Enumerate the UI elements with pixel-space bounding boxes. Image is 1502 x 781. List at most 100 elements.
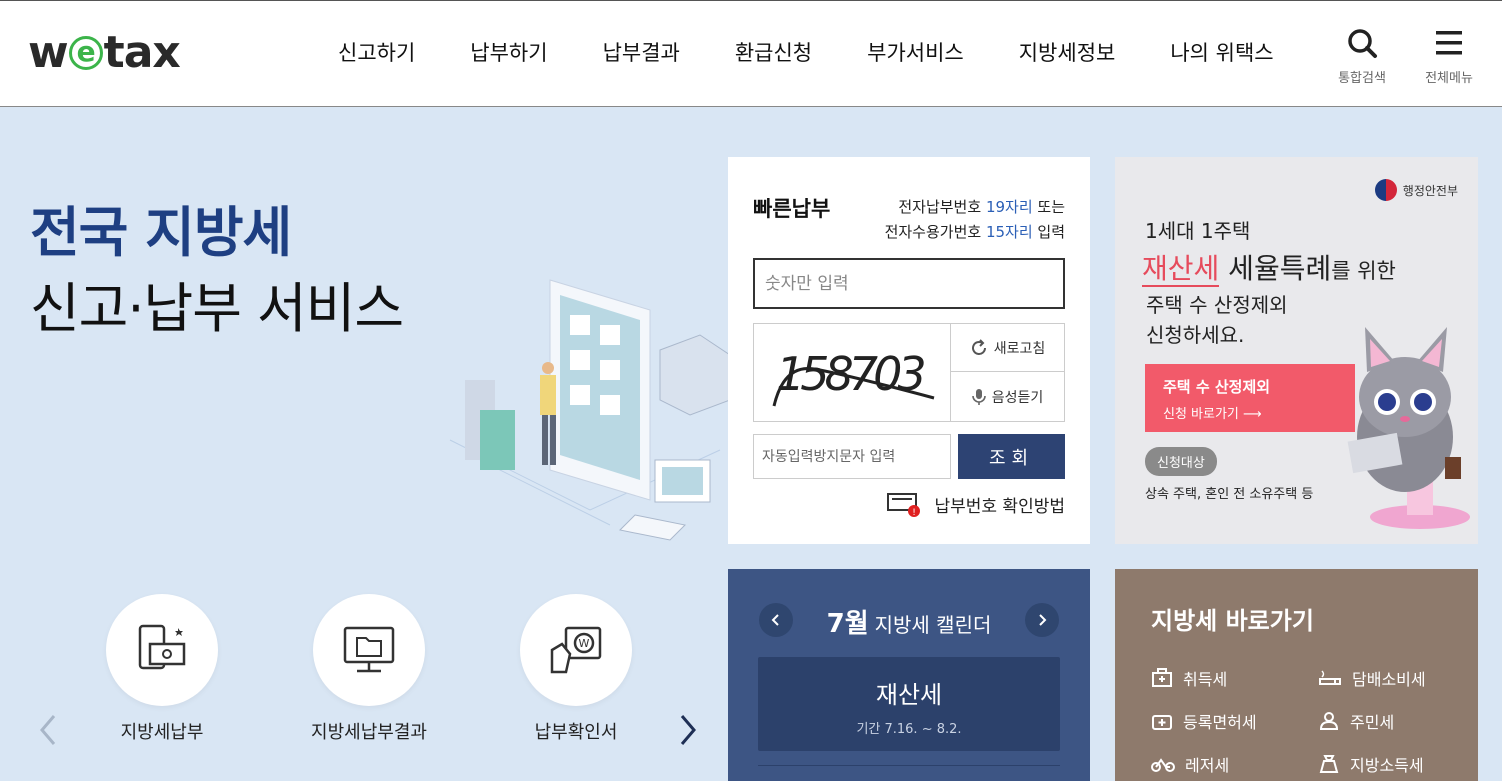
captcha-audio-button[interactable]: 음성듣기	[951, 373, 1064, 421]
lookup-button[interactable]: 조회	[958, 434, 1065, 479]
audio-label: 음성듣기	[991, 390, 1044, 406]
banner-cta-button[interactable]: 주택 수 산정제외 신청 바로가기 ⟶	[1145, 364, 1355, 432]
captcha-box: 158703 새로고침 음성듣기	[753, 323, 1065, 422]
nav-refund[interactable]: 환급신청	[735, 37, 812, 67]
nav-extra-service[interactable]: 부가서비스	[867, 37, 964, 67]
shortcut-label: 취득세	[1183, 670, 1228, 689]
microphone-icon	[971, 389, 986, 405]
briefcase-icon	[1152, 668, 1172, 687]
calendar-tax-period: 기간 7.16. ~ 8.2.	[856, 722, 962, 737]
cta-sub: 신청 바로가기 ⟶	[1163, 407, 1262, 422]
local-tax-shortcuts: 지방세 바로가기 취득세 담배소비세 등록면허세 주민세 레저세 지방소득세	[1115, 569, 1478, 781]
logo-w: w	[28, 27, 69, 78]
shortcut-label: 레저세	[1185, 756, 1230, 775]
arrow-right-icon: ⟶	[1243, 407, 1262, 422]
prev-arrow-icon[interactable]	[38, 712, 58, 748]
captcha-image: 158703	[754, 324, 951, 421]
search-icon	[1348, 29, 1377, 58]
shortcut-tobacco-tax[interactable]: 담배소비세	[1318, 666, 1426, 690]
banner-line2-a: 세율특례	[1219, 252, 1332, 285]
banner-tag: 신청대상	[1145, 447, 1217, 476]
banner-highlight: 재산세	[1142, 252, 1220, 287]
main-nav: 신고하기 납부하기 납부결과 환급신청 부가서비스 지방세정보 나의 위택스	[338, 37, 1329, 67]
logo-e: e	[68, 35, 103, 70]
service-circle	[106, 594, 218, 706]
shortcut-acquisition-tax[interactable]: 취득세	[1151, 666, 1227, 690]
shortcut-label: 담배소비세	[1352, 670, 1426, 689]
desc-l2-highlight: 15자리	[985, 223, 1033, 241]
promo-banner[interactable]: 행정안전부 1세대 1주택 재산세 세율특례를 위한 주택 수 산정제외 신청하…	[1115, 157, 1478, 544]
calendar-prev-button[interactable]	[759, 603, 793, 637]
payment-number-input[interactable]	[753, 258, 1065, 309]
tablet-illustration	[449, 279, 730, 541]
service-circle	[313, 594, 425, 706]
quick-pay-description: 전자납부번호 19자리 또는 전자수용가번호 15자리 입력	[885, 195, 1065, 245]
shortcut-label: 지방소득세	[1350, 756, 1424, 775]
captcha-refresh-button[interactable]: 새로고침	[951, 324, 1064, 372]
cat-mascot-illustration	[1347, 327, 1470, 529]
local-tax-calendar: 7월 지방세 캘린더 재산세 기간 7.16. ~ 8.2.	[728, 569, 1090, 781]
service-local-tax-payment-result[interactable]: 지방세납부결과	[279, 594, 459, 744]
service-circle: W	[520, 594, 632, 706]
mobile-payment-icon	[138, 624, 186, 670]
service-label: 지방세납부	[120, 722, 204, 743]
payment-number-help-label: 납부번호 확인방법	[934, 496, 1065, 517]
calendar-divider	[758, 765, 1060, 766]
shortcuts-title: 지방세 바로가기	[1151, 607, 1314, 635]
desc-l2-a: 전자수용가번호	[884, 223, 986, 241]
banner-line2-b: 를 위한	[1331, 259, 1396, 283]
shortcut-resident-tax[interactable]: 주민세	[1318, 709, 1394, 733]
service-local-tax-payment[interactable]: 지방세납부	[72, 594, 252, 744]
service-payment-certificate[interactable]: W 납부확인서	[486, 594, 666, 744]
next-arrow-icon[interactable]	[678, 712, 698, 748]
money-bag-icon	[1319, 755, 1339, 773]
shortcut-registration-license-tax[interactable]: 등록면허세	[1151, 709, 1257, 733]
nav-my-wetax[interactable]: 나의 위택스	[1170, 37, 1273, 67]
ministry-logo: 행정안전부	[1374, 179, 1458, 201]
nav-local-tax-info[interactable]: 지방세정보	[1019, 37, 1116, 67]
banner-line3: 주택 수 산정제외	[1146, 293, 1288, 317]
shortcut-label: 등록면허세	[1183, 713, 1257, 732]
hero-subtitle: 신고·납부 서비스	[30, 277, 404, 340]
banner-line4: 신청하세요.	[1146, 323, 1245, 347]
payment-number-help-link[interactable]: ! 납부번호 확인방법	[886, 490, 1065, 518]
plus-bag-icon	[1152, 715, 1172, 730]
chevron-right-icon	[1039, 614, 1047, 626]
calendar-title-text: 지방세 캘린더	[874, 613, 992, 637]
nav-pay[interactable]: 납부하기	[470, 37, 547, 67]
nav-report[interactable]: 신고하기	[338, 37, 415, 67]
svg-text:W: W	[579, 637, 590, 650]
wetax-logo[interactable]: w e tax	[28, 27, 181, 78]
bicycle-icon	[1151, 758, 1175, 772]
monitor-folder-icon	[343, 626, 395, 673]
ministry-name: 행정안전부	[1402, 183, 1458, 198]
cta-title: 주택 수 산정제외	[1163, 378, 1271, 396]
all-menu-button[interactable]: 전체메뉴	[1414, 27, 1484, 86]
shortcut-leisure-tax[interactable]: 레저세	[1151, 752, 1229, 776]
shortcut-local-income-tax[interactable]: 지방소득세	[1318, 752, 1424, 776]
calendar-month: 7월	[826, 609, 869, 639]
calendar-next-button[interactable]	[1025, 603, 1059, 637]
chevron-left-icon	[771, 614, 779, 626]
hero-title: 전국 지방세	[30, 201, 292, 264]
refresh-icon	[971, 338, 986, 355]
site-header: w e tax 신고하기 납부하기 납부결과 환급신청 부가서비스 지방세정보 나의…	[0, 0, 1502, 107]
banner-line2: 재산세 세율특례를 위한	[1142, 247, 1396, 287]
cigarette-icon	[1319, 670, 1341, 685]
service-label: 지방세납부결과	[311, 722, 427, 743]
hand-ticket-icon: W	[550, 626, 602, 674]
banner-sub: 상속 주택, 혼인 전 소유주택 등	[1145, 487, 1314, 502]
captcha-input[interactable]	[753, 434, 951, 479]
search-button[interactable]: 통합검색	[1327, 27, 1397, 86]
person-icon	[1319, 712, 1339, 730]
calendar-tax-name: 재산세	[875, 681, 943, 709]
payment-number-help-icon: !	[887, 493, 921, 518]
nav-pay-result[interactable]: 납부결과	[603, 37, 680, 67]
desc-l1-a: 전자납부번호	[898, 198, 986, 216]
service-label: 납부확인서	[534, 722, 618, 743]
banner-body: 주택 수 산정제외 신청하세요.	[1146, 290, 1288, 350]
taegeuk-icon	[1374, 179, 1397, 201]
desc-l2-b: 입력	[1032, 223, 1065, 241]
calendar-tax-item[interactable]: 재산세 기간 7.16. ~ 8.2.	[758, 657, 1060, 751]
desc-l1-b: 또는	[1032, 198, 1065, 216]
